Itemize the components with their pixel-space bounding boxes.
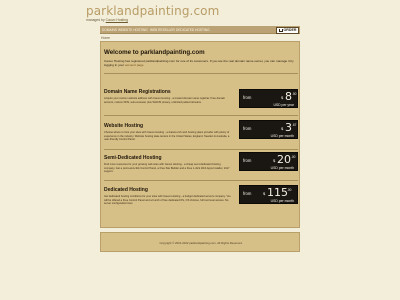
price-box-semi-dedicated[interactable]: from $ 20 .00 USD per month: [239, 152, 298, 171]
plan-title-dedicated[interactable]: Dedicated Hosting: [104, 187, 148, 193]
price-dollar: $: [281, 95, 284, 100]
plan-desc-semi-dedicated: Find more resources for your growing web…: [104, 163, 230, 173]
plan-desc-dedicated: Get dedicated hosting conditions for you…: [104, 195, 231, 205]
nav-item-web-reseller[interactable]: WEB RESELLER: [150, 28, 175, 32]
price-from: from: [243, 191, 252, 196]
nav-item-dedicated-hosting[interactable]: DEDICATED HOSTING: [176, 28, 210, 32]
welcome-title: Welcome to parklandpainting.com: [104, 49, 205, 56]
order-label: ORDER: [283, 28, 297, 32]
account-page-link[interactable]: account page: [125, 63, 144, 67]
price-amount: 115: [267, 186, 288, 199]
plan-desc-domains: Acquire your custom website address with…: [104, 97, 226, 104]
price-dollar: $: [263, 191, 266, 196]
main-navbar: DOMAINS WEBSITE HOSTING WEB RESELLER DED…: [100, 26, 300, 34]
price-box-dedicated[interactable]: from $ 115 .00 USD per month: [239, 185, 298, 204]
plan-title-semi-dedicated[interactable]: Semi-Dedicated Hosting: [104, 155, 162, 161]
managed-by: managed by Cauvo Hosting: [86, 18, 128, 22]
cart-icon: [278, 28, 283, 32]
content-panel: Welcome to parklandpainting.com Cauvo Ho…: [100, 41, 300, 228]
divider: [104, 180, 298, 181]
welcome-text: Cauvo Hosting has registered parklandpai…: [104, 59, 296, 68]
price-from: from: [243, 95, 252, 100]
price-cents: .50: [292, 92, 297, 96]
plan-title-domains[interactable]: Domain Name Registrations: [104, 89, 171, 95]
divider: [104, 149, 298, 150]
breadcrumb[interactable]: Home: [101, 36, 110, 40]
price-period: USD per year: [273, 103, 294, 107]
price-from: from: [243, 126, 252, 131]
plan-desc-website-hosting: Choose where to host your sites with Cau…: [104, 131, 230, 141]
managed-prefix: managed by: [86, 18, 105, 22]
site-title: parklandpainting.com: [86, 4, 220, 18]
nav-item-domains[interactable]: DOMAINS: [102, 28, 117, 32]
order-button[interactable]: ORDER: [276, 26, 299, 34]
price-period: USD per month: [270, 134, 294, 138]
copyright: Copyright © 2001-2022 parklandpainting.c…: [159, 241, 243, 245]
price-cents: .00: [287, 188, 292, 192]
price-from: from: [243, 158, 252, 163]
price-cents: .00: [291, 155, 296, 159]
nav-item-website-hosting[interactable]: WEBSITE HOSTING: [118, 28, 148, 32]
price-period: USD per month: [270, 166, 294, 170]
price-period: USD per month: [270, 199, 294, 203]
divider: [104, 115, 298, 116]
price-box-website-hosting[interactable]: from $ 3 .67 USD per month: [239, 120, 298, 139]
price-amount: 3: [285, 121, 292, 134]
price-amount: 8: [285, 90, 292, 103]
price-cents: .67: [292, 123, 297, 127]
price-dollar: $: [273, 158, 276, 163]
managed-link[interactable]: Cauvo Hosting: [106, 18, 128, 22]
price-dollar: $: [281, 126, 284, 131]
footer: Copyright © 2001-2022 parklandpainting.c…: [100, 232, 300, 252]
plan-title-website-hosting[interactable]: Website Hosting: [104, 123, 143, 129]
price-box-domains[interactable]: from $ 8 .50 USD per year: [239, 89, 298, 108]
price-amount: 20: [277, 153, 291, 166]
divider: [104, 73, 298, 74]
